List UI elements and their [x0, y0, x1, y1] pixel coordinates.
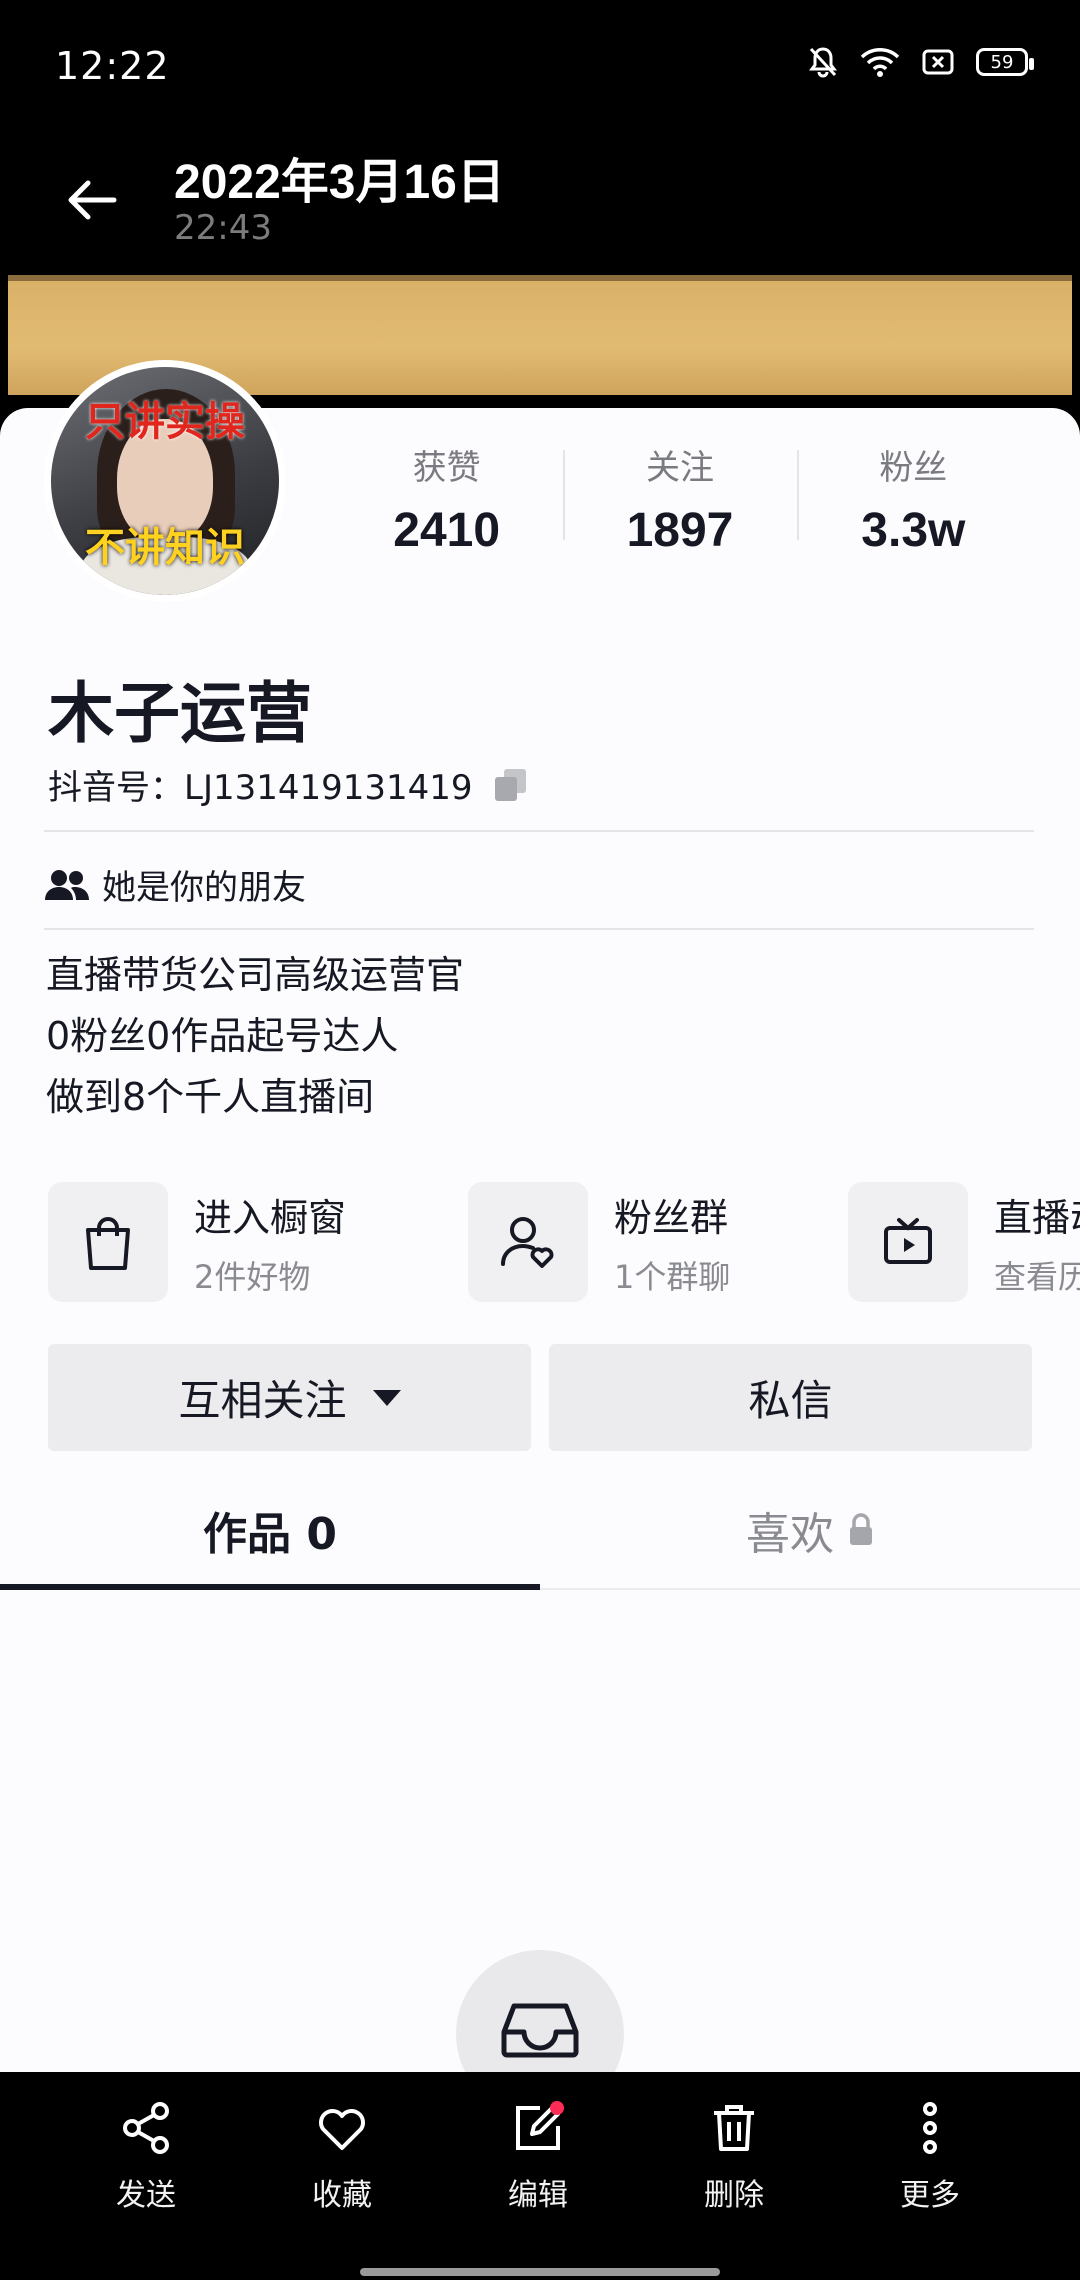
shortcut-live[interactable]: 直播动态 查看历史直播	[848, 1182, 1080, 1302]
stat-label: 获赞	[412, 448, 481, 488]
back-button[interactable]	[62, 170, 132, 230]
profile-stats: 获赞 2410 关注 1897 粉丝 3.3w	[330, 440, 1030, 557]
shortcut-title: 粉丝群	[614, 1195, 729, 1240]
top-header: 2022年3月16日 22:43	[0, 130, 1080, 275]
divider	[44, 928, 1034, 930]
shortcut-showcase[interactable]: 进入橱窗 2件好物	[48, 1182, 346, 1302]
more-button[interactable]: 更多	[855, 2100, 1005, 2214]
caret-down-icon	[372, 1389, 401, 1406]
stat-following[interactable]: 关注 1897	[563, 440, 796, 557]
follow-label: 互相关注	[178, 1376, 347, 1425]
action-label: 编辑	[508, 2178, 568, 2213]
shortcut-subtitle: 2件好物	[194, 1257, 311, 1296]
stat-label: 关注	[645, 448, 714, 488]
tab-likes-label: 喜欢	[746, 1509, 834, 1560]
user-heart-icon	[501, 1217, 554, 1268]
shortcut-icon-box	[48, 1182, 168, 1302]
shortcut-row: 进入橱窗 2件好物 粉丝群 1个群聊 直播动态 查看历史直播	[48, 1182, 1080, 1302]
active-tab-indicator	[0, 1584, 540, 1590]
stat-value: 2410	[393, 504, 501, 557]
douyin-id: 抖音号：LJ131419131419	[48, 768, 473, 808]
action-label: 删除	[704, 2178, 764, 2213]
shortcut-icon-box	[848, 1182, 968, 1302]
avatar-overlay-top: 只讲实操	[85, 399, 245, 445]
status-icons: 59	[808, 46, 1034, 78]
stat-value: 3.3w	[861, 504, 966, 557]
status-bar: 12:22 59	[0, 0, 1080, 130]
home-indicator[interactable]	[360, 2268, 720, 2276]
arrow-left-icon	[68, 180, 117, 220]
relation-row: 她是你的朋友	[44, 860, 306, 909]
delete-button[interactable]: 删除	[659, 2100, 809, 2214]
tab-works-label: 作品 0	[203, 1509, 337, 1560]
lock-icon	[850, 1513, 872, 1545]
edit-button[interactable]: 编辑	[463, 2100, 613, 2214]
message-button[interactable]: 私信	[549, 1344, 1032, 1451]
header-time: 22:43	[174, 208, 272, 248]
bio-line: 直播带货公司高级运营官	[46, 953, 465, 997]
stat-likes[interactable]: 获赞 2410	[330, 440, 563, 557]
battery-icon: 59	[976, 48, 1034, 76]
banner-edge	[8, 275, 1072, 281]
wifi-icon	[860, 47, 900, 77]
status-time: 12:22	[55, 44, 170, 88]
divider	[44, 830, 1034, 832]
douyin-id-row: 抖音号：LJ131419131419	[48, 760, 531, 809]
action-label: 收藏	[312, 2178, 372, 2213]
header-date: 2022年3月16日	[174, 156, 505, 209]
bottom-action-bar: 发送 收藏 编辑 删除 更多	[0, 2072, 1080, 2280]
tab-works[interactable]: 作品 0	[0, 1470, 540, 1590]
heart-icon	[319, 2109, 365, 2150]
profile-tabs: 作品 0 喜欢	[0, 1470, 1080, 1590]
avatar[interactable]: 只讲实操 不讲知识	[44, 360, 286, 602]
stat-followers[interactable]: 粉丝 3.3w	[796, 440, 1030, 557]
shortcut-title: 进入橱窗	[194, 1195, 347, 1240]
shortcut-fan-group[interactable]: 粉丝群 1个群聊	[468, 1182, 730, 1302]
bio-line: 0粉丝0作品起号达人	[46, 1014, 399, 1058]
stat-label: 粉丝	[879, 448, 948, 488]
send-button[interactable]: 发送	[71, 2100, 221, 2214]
favorite-button[interactable]: 收藏	[267, 2100, 417, 2214]
bio-line: 做到8个千人直播间	[46, 1075, 375, 1119]
tv-icon	[884, 1218, 932, 1264]
more-icon	[923, 2102, 937, 2154]
stat-value: 1897	[626, 504, 734, 557]
no-sim-icon	[922, 49, 954, 75]
relation-text: 她是你的朋友	[102, 868, 306, 908]
mute-bell-icon	[808, 46, 838, 78]
profile-bio: 直播带货公司高级运营官 0粉丝0作品起号达人 做到8个千人直播间	[46, 945, 464, 1128]
shortcut-icon-box	[468, 1182, 588, 1302]
avatar-overlay-bottom: 不讲知识	[85, 525, 245, 571]
tab-likes[interactable]: 喜欢	[540, 1470, 1080, 1590]
avatar-image: 只讲实操 不讲知识	[51, 367, 279, 595]
action-label: 更多	[900, 2178, 960, 2213]
friends-icon	[45, 869, 89, 900]
shortcut-title: 直播动态	[994, 1195, 1080, 1240]
shortcut-subtitle: 1个群聊	[614, 1257, 731, 1296]
shortcut-subtitle: 查看历史直播	[994, 1257, 1080, 1296]
profile-name: 木子运营	[48, 675, 312, 752]
copy-icon[interactable]	[491, 765, 531, 805]
trash-icon	[714, 2105, 754, 2151]
message-label: 私信	[748, 1376, 833, 1425]
shopping-bag-icon	[86, 1217, 130, 1270]
share-icon	[123, 2102, 169, 2154]
mutual-follow-button[interactable]: 互相关注	[48, 1344, 531, 1451]
edit-icon	[516, 2101, 564, 2150]
action-label: 发送	[116, 2178, 176, 2213]
inbox-tray-icon	[501, 2003, 579, 2058]
